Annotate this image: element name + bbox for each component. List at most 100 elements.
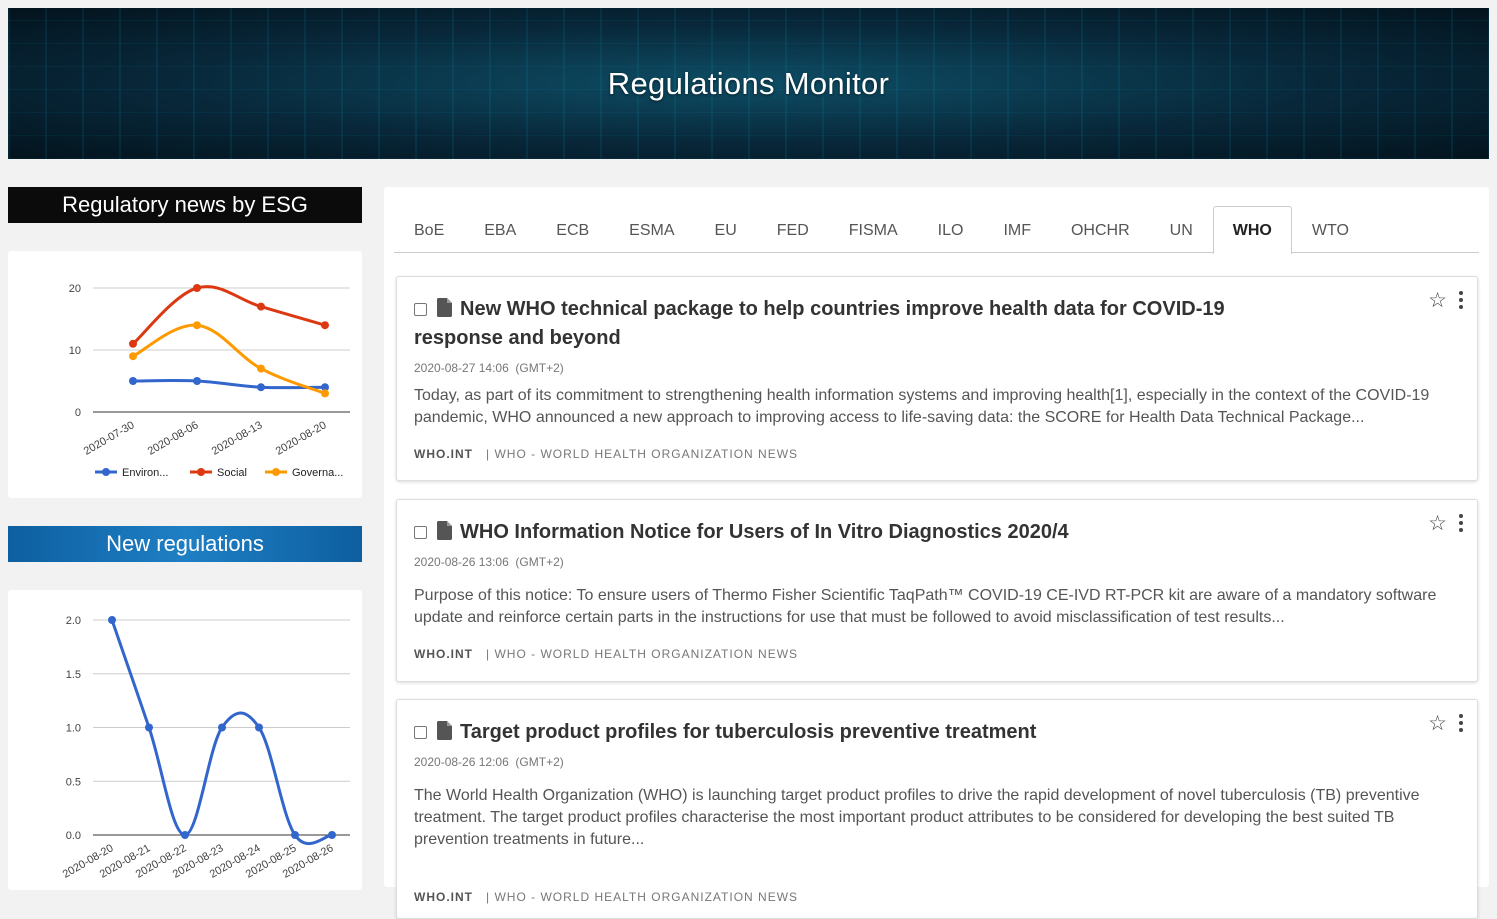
article-source: WHO.INT | WHO - WORLD HEALTH ORGANIZATIO… [414, 890, 798, 904]
data-point [193, 377, 201, 385]
header-banner: Regulations Monitor [8, 8, 1489, 159]
data-point [321, 389, 329, 398]
tab-fisma[interactable]: FISMA [829, 206, 918, 253]
legend-label: Governa... [292, 467, 343, 479]
legend-label: Social [217, 467, 247, 479]
document-icon [437, 521, 452, 540]
tab-esma[interactable]: ESMA [609, 206, 694, 253]
data-point [145, 723, 153, 732]
data-point [129, 352, 137, 361]
tab-who[interactable]: WHO [1212, 206, 1292, 254]
data-point [257, 302, 265, 311]
article-title[interactable]: Target product profiles for tuberculosis… [460, 721, 1036, 743]
new-regulations-chart-card: 0.0 0.5 1.0 1.5 2.0 2020-08-20 2020-08-21 2020-… [8, 590, 362, 890]
y-tick-label: 0.0 [66, 830, 81, 842]
article-date: 2020-08-27 14:06 (GMT+2) [414, 361, 564, 375]
article-source: WHO.INT | WHO - WORLD HEALTH ORGANIZATIO… [414, 647, 798, 661]
y-tick-label: 0.5 [66, 776, 81, 788]
tab-boe[interactable]: BoE [394, 206, 464, 253]
legend-label: Environ... [122, 467, 168, 479]
data-point [321, 321, 329, 330]
timezone-text: (GMT+2) [515, 555, 564, 569]
article-date: 2020-08-26 12:06 (GMT+2) [414, 755, 564, 769]
x-tick-label: 2020-08-06 [146, 419, 201, 458]
article-title-row: Target product profiles for tuberculosis… [414, 718, 1234, 747]
news-panel: BoE EBA ECB ESMA EU FED FISMA ILO IMF OHCHR UN WHO W… [384, 187, 1489, 919]
tab-eu[interactable]: EU [695, 206, 757, 253]
y-tick-label: 10 [69, 345, 81, 357]
timezone-text: (GMT+2) [515, 755, 564, 769]
data-point [257, 383, 265, 392]
x-tick-label: 2020-08-20 [274, 419, 329, 458]
data-point [257, 364, 265, 373]
article-title-row: WHO Information Notice for Users of In V… [414, 518, 1234, 547]
x-tick-label: 2020-08-13 [210, 419, 265, 458]
more-vert-icon[interactable] [1457, 512, 1465, 534]
select-checkbox[interactable] [414, 303, 427, 316]
data-point [129, 377, 137, 385]
tab-ilo[interactable]: ILO [918, 206, 984, 253]
source-feed: | WHO - WORLD HEALTH ORGANIZATION NEWS [486, 447, 799, 461]
legend-marker [102, 468, 110, 476]
article-actions: ☆ [1428, 512, 1465, 534]
y-tick-label: 20 [69, 283, 81, 295]
data-point [193, 284, 201, 292]
article-summary: The World Health Organization (WHO) is l… [414, 787, 1420, 848]
series-line [131, 285, 326, 345]
tab-imf[interactable]: IMF [983, 206, 1051, 253]
select-checkbox[interactable] [414, 526, 427, 539]
star-icon[interactable]: ☆ [1428, 513, 1447, 534]
source-domain[interactable]: WHO.INT [414, 647, 473, 661]
new-regulations-panel-title: New regulations [8, 526, 362, 562]
source-feed: | WHO - WORLD HEALTH ORGANIZATION NEWS [486, 890, 799, 904]
legend-marker [197, 468, 205, 476]
app-title: Regulations Monitor [607, 65, 890, 101]
article-title[interactable]: New WHO technical package to help countr… [414, 298, 1225, 349]
tab-ecb[interactable]: ECB [536, 206, 609, 253]
data-point [193, 321, 201, 330]
new-regulations-line-chart: 0.00.51.01.52.02020-08-202020-08-212020-… [61, 615, 350, 881]
data-point [328, 831, 336, 839]
date-text: 2020-08-27 14:06 [414, 361, 509, 375]
select-checkbox[interactable] [414, 726, 427, 739]
esg-panel-title: Regulatory news by ESG [8, 187, 362, 223]
article-actions: ☆ [1428, 712, 1465, 734]
article-title[interactable]: WHO Information Notice for Users of In V… [460, 521, 1069, 543]
source-domain[interactable]: WHO.INT [414, 890, 473, 904]
document-icon [437, 721, 452, 740]
source-domain[interactable]: WHO.INT [414, 447, 473, 461]
article-title-row: New WHO technical package to help countr… [414, 295, 1234, 353]
tab-eba[interactable]: EBA [464, 206, 536, 253]
tab-fed[interactable]: FED [757, 206, 829, 253]
article-summary: Today, as part of its commitment to stre… [414, 387, 1430, 426]
date-text: 2020-08-26 13:06 [414, 555, 509, 569]
data-point [108, 616, 116, 624]
news-article: New WHO technical package to help countr… [396, 276, 1478, 481]
article-summary: Purpose of this notice: To ensure users … [414, 587, 1437, 626]
date-text: 2020-08-26 12:06 [414, 755, 509, 769]
tab-wto[interactable]: WTO [1292, 206, 1369, 253]
data-point [291, 831, 299, 839]
star-icon[interactable]: ☆ [1428, 713, 1447, 734]
source-feed: | WHO - WORLD HEALTH ORGANIZATION NEWS [486, 647, 799, 661]
source-tabs: BoE EBA ECB ESMA EU FED FISMA ILO IMF OHCHR UN WHO W… [394, 206, 1479, 254]
data-point [255, 723, 263, 732]
y-tick-label: 0 [75, 407, 81, 419]
star-icon[interactable]: ☆ [1428, 290, 1447, 311]
esg-line-chart: 0 10 20 2020-07-30 2020-08-06 2020-08-13 2020-… [69, 283, 350, 479]
more-vert-icon[interactable] [1457, 289, 1465, 311]
data-point [129, 339, 137, 348]
x-tick-label: 2020-07-30 [82, 419, 137, 458]
tab-ohchr[interactable]: OHCHR [1051, 206, 1150, 253]
y-tick-label: 1.0 [66, 723, 81, 735]
news-article: WHO Information Notice for Users of In V… [396, 499, 1478, 682]
y-tick-label: 1.5 [66, 669, 81, 681]
series-line [110, 619, 333, 846]
news-article: Target product profiles for tuberculosis… [396, 699, 1478, 919]
tab-un[interactable]: UN [1150, 206, 1213, 253]
y-tick-label: 2.0 [66, 615, 81, 627]
esg-chart-card: 0 10 20 2020-07-30 2020-08-06 2020-08-13 2020-… [8, 251, 362, 498]
data-point [181, 831, 189, 839]
data-point [218, 723, 226, 732]
more-vert-icon[interactable] [1457, 712, 1465, 734]
